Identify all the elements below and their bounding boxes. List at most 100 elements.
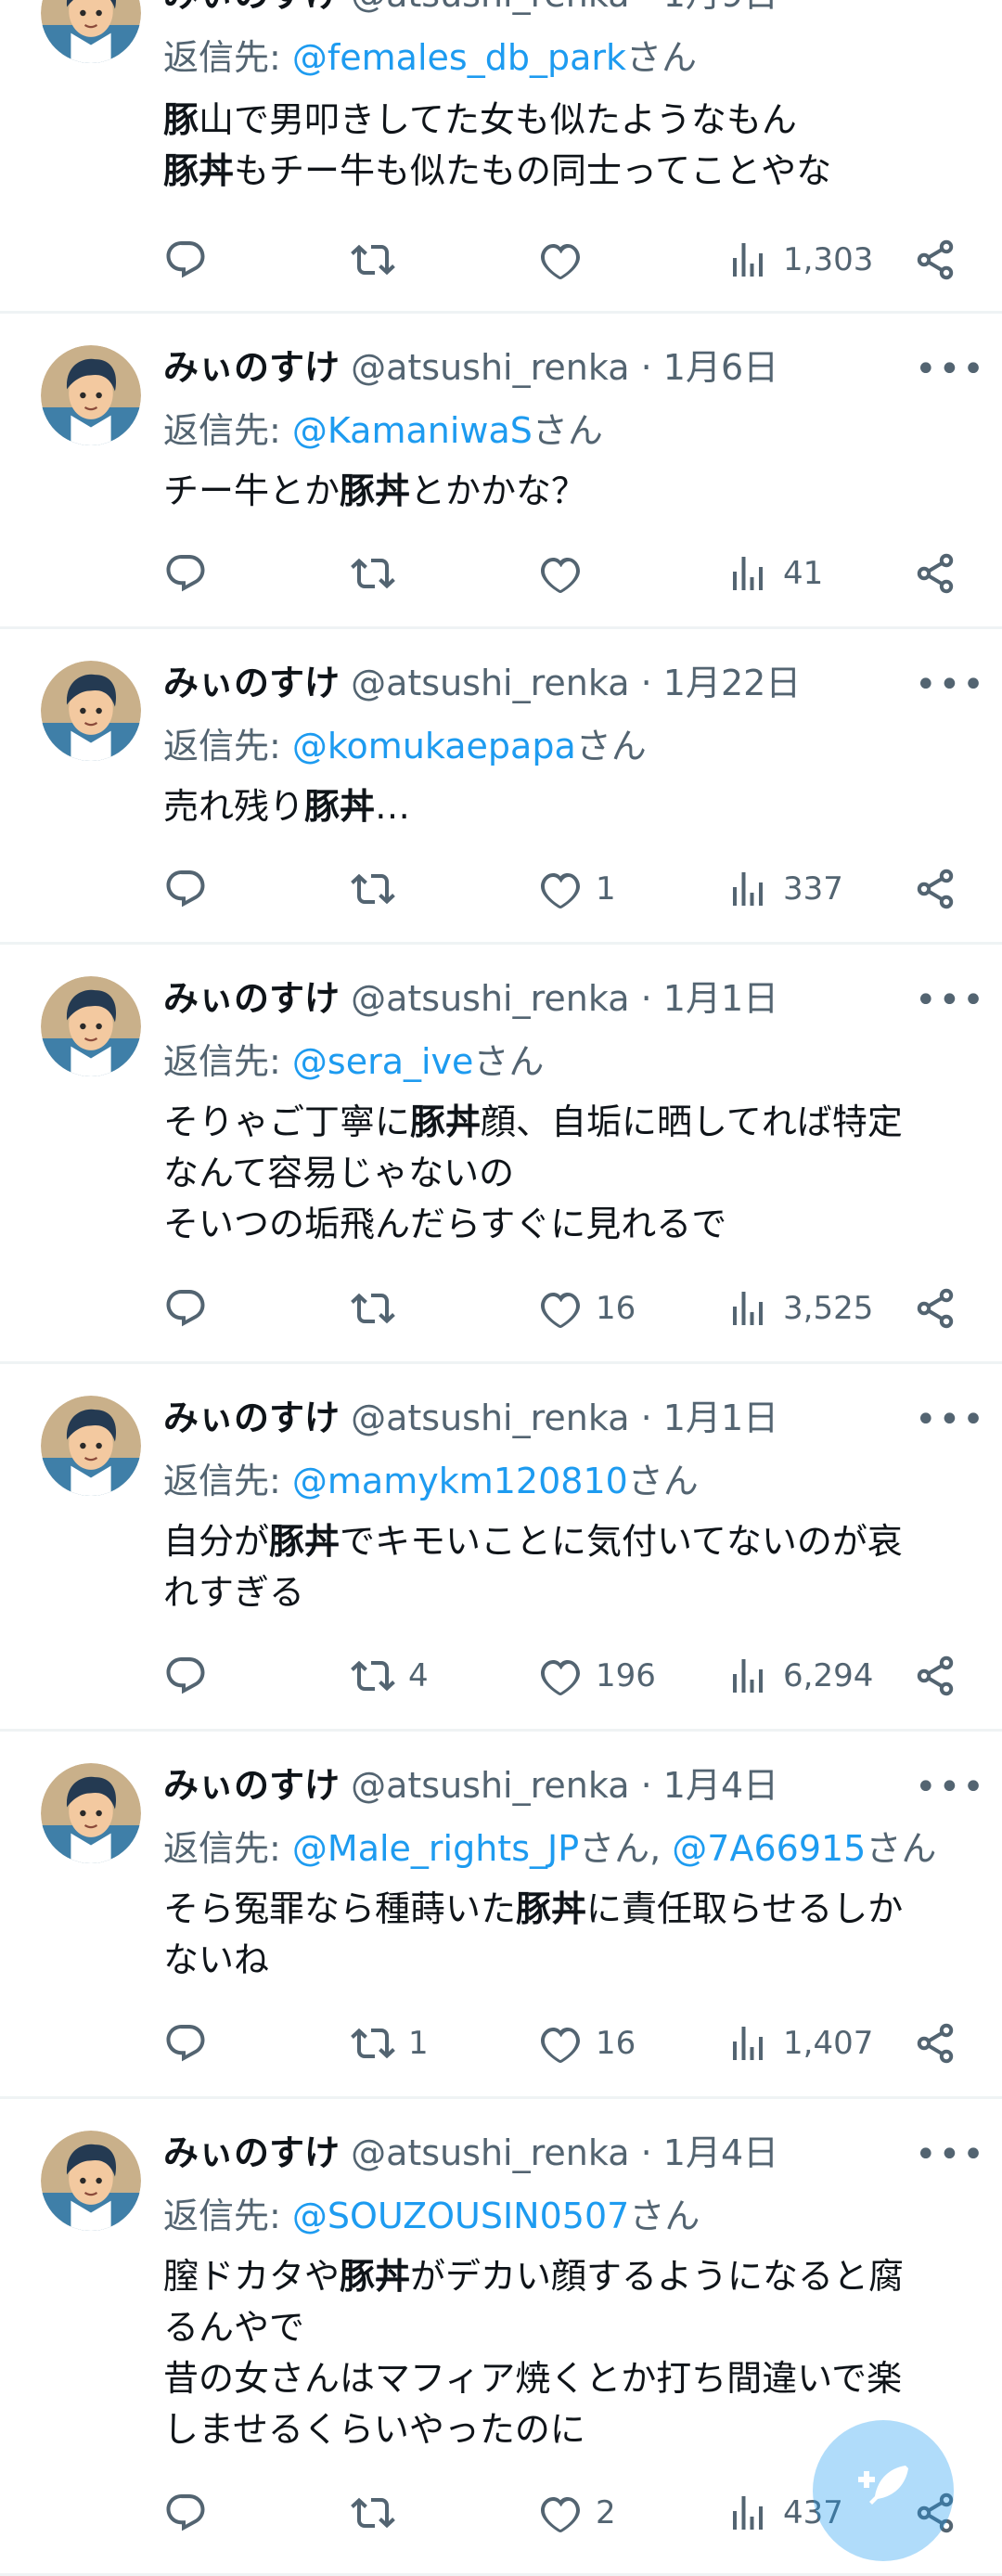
retweet-button[interactable] — [351, 2485, 395, 2541]
user-handle[interactable]: @atsushi_renka — [351, 1765, 629, 1806]
display-name[interactable]: みぃのすけ — [163, 347, 340, 388]
user-handle[interactable]: @atsushi_renka — [351, 2132, 629, 2173]
likes-count: 16 — [596, 1290, 636, 1327]
tweet-text: 豚山で男叩きしてた女も似たようなもん 豚丼もチー牛も似たもの同士ってことやな — [163, 95, 961, 197]
views-button[interactable]: 3,525 — [726, 1281, 873, 1336]
avatar[interactable] — [41, 2131, 141, 2231]
reply-button[interactable] — [163, 2016, 208, 2071]
like-button[interactable]: 16 — [538, 1281, 636, 1336]
text-segment: がデカい顔するようになると腐 — [410, 2256, 905, 2297]
display-name[interactable]: みぃのすけ — [163, 663, 340, 703]
share-button[interactable] — [913, 546, 957, 601]
reply-button[interactable] — [163, 1648, 208, 1704]
tweet-date[interactable]: 1月1日 — [663, 1397, 778, 1438]
retweet-button[interactable]: 4 — [351, 1648, 429, 1704]
mention-link[interactable]: @komukaepapa — [292, 726, 576, 766]
like-button[interactable]: 16 — [538, 2016, 636, 2071]
tweet-text-line: そいつの垢飛んだらすぐに見れるで — [163, 1199, 961, 1250]
more-icon[interactable]: ••• — [915, 1769, 986, 1806]
avatar[interactable] — [41, 661, 141, 761]
like-button[interactable] — [538, 232, 583, 288]
separator-dot: · — [641, 0, 652, 15]
like-button[interactable]: 1 — [538, 861, 616, 917]
share-icon — [913, 2021, 957, 2066]
tweet[interactable]: みぃのすけ @atsushi_renka · 1月1日 ••• 返信先: @sera… — [0, 945, 1002, 1364]
share-button[interactable] — [913, 2016, 957, 2071]
mention-link[interactable]: @mamykm120810 — [292, 1461, 628, 1501]
avatar[interactable] — [41, 1763, 141, 1863]
user-handle[interactable]: @atsushi_renka — [351, 347, 629, 388]
tweet-date[interactable]: 1月4日 — [663, 2132, 778, 2173]
user-handle[interactable]: @atsushi_renka — [351, 663, 629, 703]
retweet-button[interactable] — [351, 861, 395, 917]
views-button[interactable]: 6,294 — [726, 1648, 873, 1704]
highlighted-keyword: 豚丼 — [340, 2256, 411, 2297]
display-name[interactable]: みぃのすけ — [163, 2132, 340, 2173]
text-segment: なんて容易じゃないの — [163, 1153, 515, 1193]
share-button[interactable] — [913, 1281, 957, 1336]
avatar[interactable] — [41, 0, 141, 63]
mention-link[interactable]: @SOUZOUSIN0507 — [292, 2196, 629, 2236]
avatar[interactable] — [41, 976, 141, 1076]
display-name[interactable]: みぃのすけ — [163, 0, 340, 15]
tweet[interactable]: みぃのすけ @atsushi_renka · 1月22日 ••• 返信先: @kom… — [0, 629, 1002, 945]
tweet-date[interactable]: 1月6日 — [663, 347, 778, 388]
retweet-icon — [351, 1654, 395, 1698]
mention-link[interactable]: @females_db_park — [292, 37, 626, 78]
more-icon[interactable]: ••• — [915, 0, 986, 9]
more-icon[interactable]: ••• — [915, 351, 986, 388]
retweet-button[interactable]: 1 — [351, 2016, 429, 2071]
reply-icon — [163, 551, 208, 596]
mention-link[interactable]: @7A66915 — [672, 1828, 866, 1869]
tweet[interactable]: みぃのすけ @atsushi_renka · 1月6日 ••• 返信先: @Kama… — [0, 314, 1002, 629]
retweet-button[interactable] — [351, 1281, 395, 1336]
tweet-text: 売れ残り豚丼… — [163, 781, 961, 832]
avatar[interactable] — [41, 1396, 141, 1496]
reply-button[interactable] — [163, 2485, 208, 2541]
reply-button[interactable] — [163, 1281, 208, 1336]
avatar[interactable] — [41, 345, 141, 445]
user-handle[interactable]: @atsushi_renka — [351, 0, 629, 15]
user-handle[interactable]: @atsushi_renka — [351, 1397, 629, 1438]
views-button[interactable]: 1,303 — [726, 232, 873, 288]
highlighted-keyword: 豚丼 — [516, 1888, 587, 1929]
share-button[interactable] — [913, 232, 957, 288]
tweet-date[interactable]: 1月22日 — [663, 663, 802, 703]
views-button[interactable]: 1,407 — [726, 2016, 873, 2071]
text-segment: そりゃご丁寧に — [163, 1101, 411, 1142]
more-icon[interactable]: ••• — [915, 2136, 986, 2173]
compose-button[interactable] — [813, 2420, 954, 2561]
like-button[interactable]: 2 — [538, 2485, 616, 2541]
share-button[interactable] — [913, 1648, 957, 1704]
retweet-button[interactable] — [351, 232, 395, 288]
tweet-date[interactable]: 1月4日 — [663, 1765, 778, 1806]
reply-button[interactable] — [163, 546, 208, 601]
user-handle[interactable]: @atsushi_renka — [351, 978, 629, 1019]
display-name[interactable]: みぃのすけ — [163, 978, 340, 1019]
tweet-date[interactable]: 1月9日 — [663, 0, 778, 15]
more-icon[interactable]: ••• — [915, 1401, 986, 1438]
text-segment: そいつの垢飛んだらすぐに見れるで — [163, 1204, 727, 1244]
tweet[interactable]: みぃのすけ @atsushi_renka · 1月1日 ••• 返信先: @mamy… — [0, 1364, 1002, 1732]
reply-button[interactable] — [163, 861, 208, 917]
more-icon[interactable]: ••• — [915, 666, 986, 703]
mention-link[interactable]: @KamaniwaS — [292, 410, 533, 451]
reply-button[interactable] — [163, 232, 208, 288]
more-icon[interactable]: ••• — [915, 982, 986, 1019]
like-button[interactable] — [538, 546, 583, 601]
retweet-button[interactable] — [351, 546, 395, 601]
display-name[interactable]: みぃのすけ — [163, 1765, 340, 1806]
like-button[interactable]: 196 — [538, 1648, 656, 1704]
tweet-date[interactable]: 1月1日 — [663, 978, 778, 1019]
display-name[interactable]: みぃのすけ — [163, 1397, 340, 1438]
mention-link[interactable]: @sera_ive — [292, 1041, 474, 1082]
share-button[interactable] — [913, 861, 957, 917]
likes-count: 2 — [596, 2494, 616, 2531]
tweet[interactable]: みぃのすけ @atsushi_renka · 1月4日 ••• 返信先: @Male… — [0, 1732, 1002, 2099]
tweet[interactable]: みぃのすけ @atsushi_renka · 1月9日 ••• 返信先: @fema… — [0, 0, 1002, 314]
views-button[interactable]: 41 — [726, 546, 823, 601]
mention-link[interactable]: @Male_rights_JP — [292, 1828, 579, 1869]
share-icon — [913, 867, 957, 911]
tweet-text-line: 膣ドカタや豚丼がデカい顔するようになると腐 — [163, 2251, 961, 2302]
views-button[interactable]: 337 — [726, 861, 843, 917]
